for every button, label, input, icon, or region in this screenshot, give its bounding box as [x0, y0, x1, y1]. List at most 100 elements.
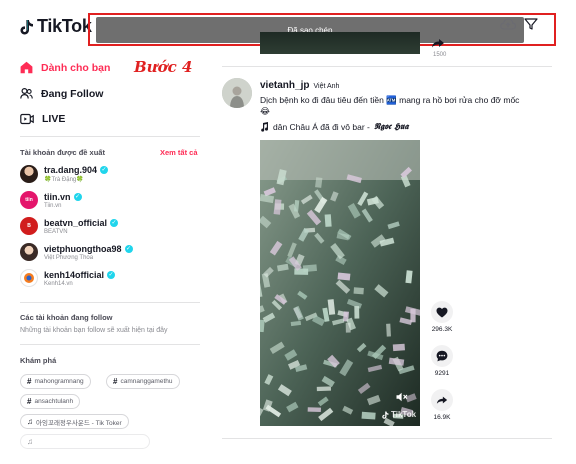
- video-frame: [260, 140, 420, 426]
- kenh14-logo-icon: [24, 273, 34, 283]
- previous-share-count: 1500: [433, 52, 447, 58]
- discover-chip[interactable]: ♫: [20, 434, 150, 449]
- nav-label-live: LIVE: [42, 113, 66, 125]
- see-all-link[interactable]: Xem tất cả: [160, 148, 198, 157]
- like-action[interactable]: 296.3K: [428, 301, 456, 333]
- banknote-texture: [324, 214, 332, 227]
- suggested-account[interactable]: tiin tiin.vn ✓ Tiin.vn: [20, 191, 82, 209]
- suggested-accounts-title: Tài khoản được đề xuất: [20, 148, 105, 157]
- comment-action[interactable]: 9291: [428, 345, 456, 377]
- discover-title: Khám phá: [20, 356, 57, 365]
- comment-count: 9291: [434, 370, 450, 377]
- account-name: kenh14official: [44, 269, 105, 280]
- verified-badge-icon: ✓: [73, 192, 82, 201]
- heart-icon: [436, 307, 448, 317]
- following-empty-text: Những tài khoản bạn follow sẽ xuất hiện …: [20, 327, 168, 334]
- tiktok-logo[interactable]: TikTok: [20, 16, 92, 37]
- like-button[interactable]: [431, 301, 453, 323]
- suggested-account[interactable]: tra.dang.904 ✓ 🍀Trà Đặng🍀: [20, 165, 109, 183]
- tiktok-note-icon: [382, 411, 389, 419]
- account-name: tra.dang.904: [44, 165, 98, 175]
- post-caption: Dịch bệnh ko đi đâu tiêu đến tiền 🏧 mang…: [260, 95, 520, 116]
- music-artist: 𝕹𝖌𝖔𝖈 𝕳𝖚𝖆: [373, 122, 409, 132]
- banknote-texture: [337, 272, 351, 281]
- nav-for-you[interactable]: Dành cho bạn: [20, 61, 110, 74]
- banknote-texture: [361, 411, 376, 420]
- account-nickname: Kenh14.vn: [44, 280, 73, 287]
- avatar: B: [20, 217, 38, 235]
- discover-chip[interactable]: # ansachtulanh: [20, 394, 81, 409]
- account-nickname: 🍀Trà Đặng🍀: [44, 177, 84, 183]
- discover-chip[interactable]: ♫ 아잉꼬래정우사운드 - Tik Toker: [20, 414, 129, 429]
- live-icon: [20, 113, 34, 125]
- banknote-texture: [315, 177, 323, 188]
- banknote-texture: [386, 323, 391, 337]
- banknote-texture: [345, 322, 351, 333]
- post-music[interactable]: dân Châu Á đã đi vô bar - 𝕹𝖌𝖔𝖈 𝕳𝖚𝖆: [260, 122, 408, 132]
- post-author[interactable]: vietanh_jp Việt Anh: [260, 80, 339, 91]
- feed-divider: [222, 438, 552, 439]
- following-accounts-title: Các tài khoản đang follow: [20, 313, 113, 322]
- banknote-texture: [353, 287, 364, 295]
- avatar-photo: [222, 78, 252, 108]
- feed-divider: [222, 66, 552, 67]
- post-nickname: Việt Anh: [313, 83, 340, 90]
- mute-icon[interactable]: [396, 392, 408, 402]
- music-title: dân Châu Á đã đi vô bar -: [273, 122, 370, 132]
- suggested-account[interactable]: kenh14official ✓ Kenh14.vn: [20, 269, 116, 287]
- suggested-account[interactable]: vietphuongthoa98 ✓ Việt Phương Thoa: [20, 243, 133, 261]
- video-player[interactable]: TikTok: [260, 140, 420, 426]
- banknote-texture: [354, 306, 360, 319]
- account-nickname: Tiin.vn: [44, 202, 62, 209]
- hashtag-icon: #: [113, 377, 118, 386]
- verified-badge-icon: ✓: [124, 244, 133, 253]
- share-arrow-icon: [436, 396, 448, 404]
- nav-live[interactable]: LIVE: [20, 113, 65, 125]
- music-note-icon: ♫: [27, 437, 33, 446]
- discover-chips: # mahongramnang # camnanggamethu # ansachtu…: [20, 374, 210, 449]
- logo-text: TikTok: [37, 16, 92, 36]
- account-name: beatvn_official: [44, 217, 108, 228]
- home-icon: [20, 61, 33, 74]
- sidebar-divider: [20, 344, 200, 345]
- banknote-texture: [392, 343, 405, 352]
- account-name: tiin.vn: [44, 191, 71, 202]
- nav-following[interactable]: Đang Follow: [20, 87, 103, 100]
- sidebar-divider: [20, 136, 200, 137]
- avatar: [20, 269, 38, 287]
- comment-button[interactable]: [431, 345, 453, 367]
- previous-share-icon[interactable]: [431, 38, 445, 48]
- chip-label: mahongramnang: [34, 378, 84, 385]
- verified-badge-icon: ✓: [100, 166, 109, 174]
- video-watermark: TikTok: [382, 410, 416, 419]
- account-nickname: BEATVN: [44, 228, 68, 235]
- discover-chip[interactable]: # mahongramnang: [20, 374, 91, 389]
- music-note-icon: [261, 122, 269, 132]
- post-username[interactable]: vietanh_jp: [260, 80, 309, 91]
- previous-video-thumbnail[interactable]: [260, 32, 420, 54]
- hashtag-icon: #: [27, 397, 32, 406]
- share-action[interactable]: 16.9K: [428, 389, 456, 421]
- sidebar-divider: [20, 302, 200, 303]
- share-button[interactable]: [431, 389, 453, 411]
- banknote-texture: [316, 386, 331, 392]
- nav-label-following: Đang Follow: [41, 87, 104, 100]
- watermark-text: TikTok: [391, 410, 417, 419]
- comment-icon: [436, 350, 448, 362]
- chip-label: camnanggamethu: [120, 378, 173, 385]
- account-nickname: Việt Phương Thoa: [44, 254, 94, 261]
- discover-chip[interactable]: # camnanggamethu: [106, 374, 180, 389]
- avatar: [20, 165, 38, 183]
- music-note-icon: ♫: [27, 417, 33, 426]
- post-author-avatar[interactable]: [222, 78, 252, 108]
- account-name: vietphuongthoa98: [44, 243, 122, 254]
- share-count: 16.9K: [433, 414, 451, 421]
- following-icon: [20, 87, 33, 99]
- nav-label-for-you: Dành cho bạn: [41, 61, 111, 74]
- suggested-account[interactable]: B beatvn_official ✓ BEATVN: [20, 217, 119, 235]
- tiktok-note-icon: [20, 19, 33, 34]
- banknote-texture: [302, 264, 317, 273]
- avatar: tiin: [20, 191, 38, 209]
- banknote-texture: [307, 407, 321, 413]
- like-count: 296.3K: [431, 326, 453, 333]
